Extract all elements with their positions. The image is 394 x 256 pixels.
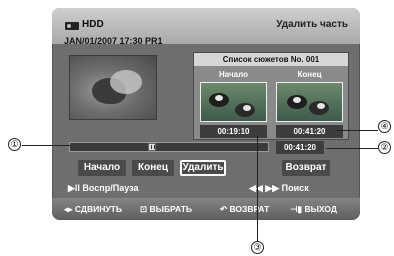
callout-2: ② — [378, 141, 391, 154]
delete-button[interactable]: Удалить — [180, 160, 226, 176]
back-hint: ↶ ВОЗВРАТ — [220, 204, 270, 214]
exit-hint: ⊣▮ ВЫХОД — [290, 204, 337, 214]
start-button[interactable]: Начало — [78, 160, 126, 176]
header-bar: HDD Удалить часть JAN/01/2007 17:30 PR1 — [52, 8, 360, 46]
start-thumbnail[interactable] — [200, 82, 267, 122]
video-preview — [69, 55, 157, 120]
hdd-icon — [65, 22, 79, 30]
play-pause-hint: ▶ll Воспр/Пауза — [68, 183, 139, 193]
end-column-label: Конец — [297, 70, 322, 79]
playback-progress-bar[interactable] — [69, 142, 269, 152]
callout-4: ④ — [378, 120, 391, 133]
source-label: HDD — [82, 19, 104, 30]
start-column-label: Начало — [219, 70, 248, 79]
progress-handle[interactable] — [148, 143, 156, 151]
callout-1: ① — [8, 138, 21, 151]
title-list-heading: Список сюжетов No. 001 — [194, 53, 348, 66]
callout-line-1 — [22, 145, 70, 146]
callout-line-4 — [336, 130, 378, 131]
end-button[interactable]: Конец — [132, 160, 174, 176]
end-thumbnail[interactable] — [276, 82, 343, 122]
return-button[interactable]: Возврат — [282, 160, 330, 176]
callout-3: ③ — [251, 241, 264, 254]
nav-bar: ◂▸ СДВИНУТЬ ⊡ ВЫБРАТЬ ↶ ВОЗВРАТ ⊣▮ ВЫХОД — [52, 198, 360, 220]
move-hint: ◂▸ СДВИНУТЬ — [64, 204, 122, 214]
title-list-panel: Список сюжетов No. 001 Начало Конец 00:1… — [193, 52, 349, 140]
callout-line-2 — [326, 148, 378, 149]
select-hint: ⊡ ВЫБРАТЬ — [140, 204, 192, 214]
callout-line-3 — [257, 135, 258, 241]
current-time: 00:41:20 — [276, 141, 324, 154]
datetime-channel: JAN/01/2007 17:30 PR1 — [64, 36, 163, 46]
end-time: 00:41:20 — [276, 125, 343, 138]
screen-title: Удалить часть — [276, 19, 348, 30]
edit-screen: HDD Удалить часть JAN/01/2007 17:30 PR1 … — [52, 8, 360, 220]
